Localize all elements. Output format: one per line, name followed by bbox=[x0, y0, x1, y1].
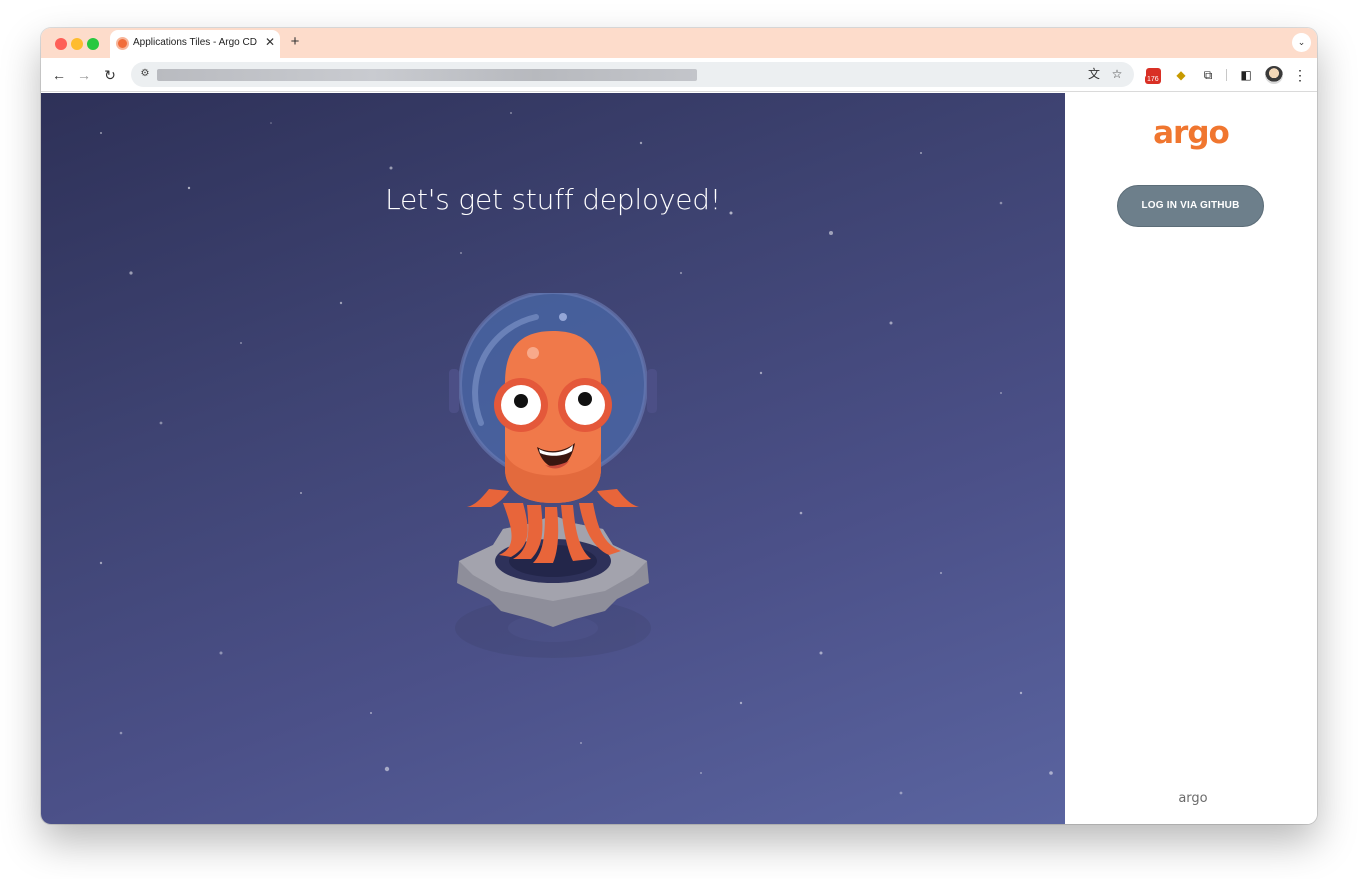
toolbar-divider bbox=[1226, 69, 1227, 81]
page-content: Let's get stuff deployed! argo LOG IN VI… bbox=[41, 93, 1317, 824]
side-panel-icon[interactable]: ◧ bbox=[1237, 66, 1255, 84]
browser-toolbar: ← → ↻ ⚙ 文 ☆ 176 ◆ ⧉ ◧ ⋮ bbox=[41, 58, 1317, 92]
tab-search-icon[interactable]: ⌄ bbox=[1292, 33, 1311, 52]
url-text-redacted[interactable] bbox=[157, 69, 697, 81]
minimize-window-button[interactable] bbox=[71, 38, 83, 50]
puzzle-icon[interactable]: ⧉ bbox=[1199, 66, 1217, 84]
extension-icon[interactable]: 176 bbox=[1145, 66, 1163, 84]
tab-strip: Applications Tiles - Argo CD ✕ + ⌄ bbox=[41, 28, 1317, 58]
address-bar[interactable]: ⚙ 文 ☆ bbox=[131, 62, 1134, 87]
new-tab-icon[interactable]: + bbox=[288, 33, 302, 51]
argo-octopus-mascot-icon bbox=[449, 293, 657, 658]
cube-extension-icon[interactable]: ◆ bbox=[1172, 66, 1190, 84]
translate-icon[interactable]: 文 bbox=[1086, 66, 1102, 82]
tab-close-icon[interactable]: ✕ bbox=[263, 35, 277, 49]
login-panel: argo LOG IN VIA GITHUB argo bbox=[1065, 93, 1317, 824]
browser-window: Applications Tiles - Argo CD ✕ + ⌄ ← → ↻… bbox=[41, 28, 1317, 824]
hero-panel: Let's get stuff deployed! bbox=[41, 93, 1065, 824]
more-menu-icon[interactable]: ⋮ bbox=[1291, 66, 1309, 84]
reload-icon[interactable]: ↻ bbox=[101, 66, 119, 84]
argo-logo: argo bbox=[1153, 115, 1230, 151]
back-icon[interactable]: ← bbox=[50, 66, 68, 84]
login-github-button[interactable]: LOG IN VIA GITHUB bbox=[1117, 185, 1264, 227]
extension-badge-count: 176 bbox=[1145, 75, 1161, 84]
zoom-window-button[interactable] bbox=[87, 38, 99, 50]
browser-tab[interactable]: Applications Tiles - Argo CD ✕ bbox=[110, 30, 280, 58]
profile-avatar[interactable] bbox=[1265, 66, 1283, 84]
bookmark-star-icon[interactable]: ☆ bbox=[1109, 66, 1125, 82]
close-window-button[interactable] bbox=[55, 38, 67, 50]
tab-title: Applications Tiles - Argo CD bbox=[133, 37, 257, 48]
hero-heading: Let's get stuff deployed! bbox=[385, 183, 721, 216]
site-info-icon[interactable]: ⚙ bbox=[137, 66, 153, 82]
forward-icon[interactable]: → bbox=[75, 66, 93, 84]
argo-favicon-icon bbox=[116, 37, 129, 50]
footer-argo-logo: argo bbox=[1178, 791, 1208, 806]
